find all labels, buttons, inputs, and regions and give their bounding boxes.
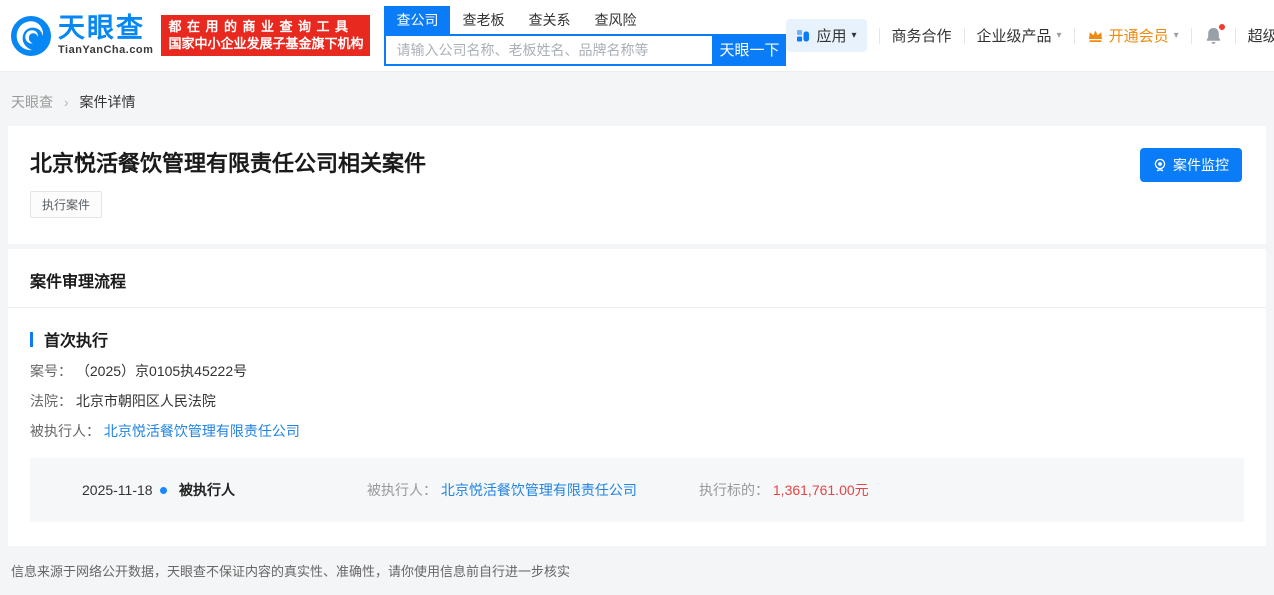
page-title: 北京悦活餐饮管理有限责任公司相关案件 — [30, 150, 1244, 178]
timeline-title: 被执行人 — [179, 480, 367, 500]
crown-icon — [1087, 28, 1104, 43]
chevron-down-icon: ▾ — [1174, 30, 1179, 41]
nav-divider — [964, 28, 965, 44]
nav-super-risk[interactable]: 超级风... ▾ — [1248, 25, 1274, 46]
promo-banner: 都在用的商业查询工具 国家中小企业发展子基金旗下机构 — [161, 15, 370, 56]
stage-header: 首次执行 — [30, 327, 1244, 351]
tab-risk[interactable]: 查风险 — [582, 6, 648, 34]
tianyancha-logo[interactable]: 天眼查 TianYanCha.com — [10, 15, 153, 57]
field-value: 北京市朝阳区人民法院 — [76, 393, 216, 409]
chevron-down-icon: ▾ — [1057, 30, 1062, 41]
tianyancha-logo-icon — [10, 15, 52, 57]
timeline-party: 被执行人： 北京悦活餐饮管理有限责任公司 — [367, 480, 699, 500]
stage-title: 首次执行 — [44, 327, 108, 351]
case-type-tag[interactable]: 执行案件 — [30, 191, 102, 218]
nav-divider — [1074, 28, 1075, 44]
breadcrumb-separator: › — [64, 94, 69, 110]
nav-apps[interactable]: 应用 ▾ — [786, 19, 866, 52]
breadcrumb-current: 案件详情 — [79, 94, 135, 110]
timeline-party-link[interactable]: 北京悦活餐饮管理有限责任公司 — [441, 482, 637, 498]
field-court: 法院： 北京市朝阳区人民法院 — [30, 391, 1244, 411]
field-executed-party: 被执行人： 北京悦活餐饮管理有限责任公司 — [30, 421, 1244, 441]
timeline-entry: 2025-11-18 被执行人 被执行人： 北京悦活餐饮管理有限责任公司 执行标… — [30, 458, 1244, 522]
nav-divider — [879, 28, 880, 44]
breadcrumb: 天眼查 › 案件详情 — [0, 72, 1274, 126]
case-monitor-label: 案件监控 — [1173, 155, 1229, 175]
timeline-amount: 执行标的： 1,361,761.00元 — [699, 480, 869, 500]
stage-accent-bar — [30, 332, 33, 347]
timeline-amount-value: 1,361,761.00元 — [773, 482, 869, 498]
nav-business[interactable]: 商务合作 — [892, 25, 952, 46]
field-value: （2025）京0105执45222号 — [76, 363, 247, 379]
promo-banner-line1: 都在用的商业查询工具 — [168, 18, 363, 35]
notification-dot — [1218, 23, 1226, 31]
monitor-camera-icon — [1153, 158, 1167, 172]
case-monitor-button[interactable]: 案件监控 — [1140, 148, 1242, 182]
tab-company[interactable]: 查公司 — [384, 6, 450, 34]
field-label: 法院： — [30, 393, 72, 409]
apps-grid-icon — [796, 28, 811, 43]
field-label: 被执行人： — [30, 423, 100, 439]
notifications-bell[interactable] — [1204, 26, 1223, 46]
case-fields: 案号： （2025）京0105执45222号 法院： 北京市朝阳区人民法院 被执… — [8, 361, 1266, 441]
brand-domain: TianYanCha.com — [58, 45, 153, 56]
case-flow-card: 案件审理流程 首次执行 案号： （2025）京0105执45222号 法院： 北… — [8, 249, 1266, 546]
nav-divider — [1191, 28, 1192, 44]
search-input[interactable] — [384, 34, 712, 66]
tab-boss[interactable]: 查老板 — [450, 6, 516, 34]
timeline-date: 2025-11-18 — [82, 482, 160, 498]
disclaimer-text: 信息来源于网络公开数据，天眼查不保证内容的真实性、准确性，请你使用信息前自行进一… — [11, 564, 570, 579]
timeline-amount-label: 执行标的： — [699, 482, 769, 498]
nav-super-risk-label: 超级风... — [1248, 25, 1274, 46]
case-title-card: 北京悦活餐饮管理有限责任公司相关案件 执行案件 案件监控 — [8, 126, 1266, 244]
nav-vip[interactable]: 开通会员 ▾ — [1087, 25, 1179, 46]
page-footer: 信息来源于网络公开数据，天眼查不保证内容的真实性、准确性，请你使用信息前自行进一… — [0, 546, 1274, 595]
brand-name: 天眼查 — [58, 15, 153, 42]
search-block: 查公司 查老板 查关系 查风险 天眼一下 — [384, 6, 786, 66]
promo-banner-line2: 国家中小企业发展子基金旗下机构 — [168, 35, 363, 52]
search-button[interactable]: 天眼一下 — [712, 34, 786, 66]
breadcrumb-home-link[interactable]: 天眼查 — [11, 94, 53, 110]
executed-party-link[interactable]: 北京悦活餐饮管理有限责任公司 — [104, 423, 300, 439]
search-tabs: 查公司 查老板 查关系 查风险 — [384, 6, 786, 34]
nav-divider — [1235, 28, 1236, 44]
header-nav: 应用 ▾ 商务合作 企业级产品 ▾ 开通会员 ▾ — [786, 19, 1274, 52]
nav-vip-label: 开通会员 — [1109, 25, 1169, 46]
field-case-number: 案号： （2025）京0105执45222号 — [30, 361, 1244, 381]
nav-business-label: 商务合作 — [892, 25, 952, 46]
top-header: 天眼查 TianYanCha.com 都在用的商业查询工具 国家中小企业发展子基… — [0, 0, 1274, 72]
field-label: 案号： — [30, 363, 72, 379]
tab-relation[interactable]: 查关系 — [516, 6, 582, 34]
section-title: 案件审理流程 — [8, 249, 1266, 308]
timeline-party-label: 被执行人： — [367, 482, 437, 498]
chevron-down-icon: ▾ — [851, 30, 856, 41]
nav-apps-label: 应用 — [816, 25, 846, 46]
timeline-dot — [160, 487, 167, 494]
nav-enterprise-label: 企业级产品 — [977, 25, 1052, 46]
nav-enterprise[interactable]: 企业级产品 ▾ — [977, 25, 1062, 46]
